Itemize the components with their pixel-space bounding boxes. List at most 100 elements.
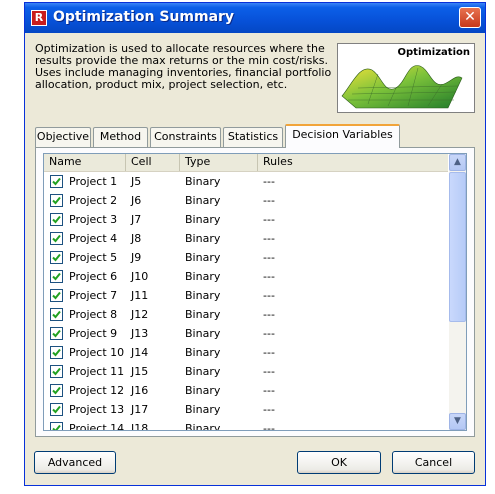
variable-type: Binary (185, 365, 221, 378)
title-bar[interactable]: R Optimization Summary ✕ (25, 3, 485, 33)
tab-statistics[interactable]: Statistics (223, 127, 283, 147)
table-row[interactable]: Project 11 J15 Binary --- (44, 362, 448, 381)
column-header-cell[interactable]: Cell (126, 154, 180, 171)
variable-rules: --- (263, 384, 275, 397)
column-header-rules[interactable]: Rules (258, 154, 448, 171)
enable-checkbox[interactable] (50, 403, 63, 416)
window-title: Optimization Summary (53, 9, 235, 25)
tab-decision-variables[interactable]: Decision Variables (285, 124, 400, 148)
description-text: Optimization is used to allocate resourc… (35, 42, 332, 91)
enable-checkbox[interactable] (50, 384, 63, 397)
close-button[interactable]: ✕ (459, 7, 481, 28)
variable-cell: J16 (131, 384, 149, 397)
decision-variables-panel: Name Cell Type Rules Project 1 J5 Binary --… (35, 147, 475, 437)
table-header: Name Cell Type Rules (44, 154, 448, 172)
variable-type: Binary (185, 422, 221, 431)
table-row[interactable]: Project 5 J9 Binary --- (44, 248, 448, 267)
table-row[interactable]: Project 7 J11 Binary --- (44, 286, 448, 305)
checkmark-icon (52, 196, 61, 205)
table-row[interactable]: Project 1 J5 Binary --- (44, 172, 448, 191)
variable-rules: --- (263, 422, 275, 431)
checkmark-icon (52, 310, 61, 319)
table-body: Project 1 J5 Binary --- Project 2 J6 Binary ---… (44, 172, 448, 431)
scroll-down-button[interactable]: ▼ (449, 413, 466, 430)
variable-cell: J7 (131, 213, 142, 226)
variable-rules: --- (263, 194, 275, 207)
variable-type: Binary (185, 308, 221, 321)
ok-button[interactable]: OK (297, 451, 381, 474)
checkmark-icon (52, 386, 61, 395)
optimization-logo: Optimization (337, 43, 475, 113)
cancel-button[interactable]: Cancel (392, 451, 475, 474)
table-row[interactable]: Project 4 J8 Binary --- (44, 229, 448, 248)
table-row[interactable]: Project 13 J17 Binary --- (44, 400, 448, 419)
checkmark-icon (52, 405, 61, 414)
variable-name: Project 12 (69, 384, 125, 397)
variable-cell: J6 (131, 194, 142, 207)
column-header-type[interactable]: Type (180, 154, 258, 171)
variable-type: Binary (185, 346, 221, 359)
table-row[interactable]: Project 14 J18 Binary --- (44, 419, 448, 431)
column-header-name[interactable]: Name (44, 154, 126, 171)
checkmark-icon (52, 272, 61, 281)
variable-rules: --- (263, 251, 275, 264)
variable-rules: --- (263, 346, 275, 359)
enable-checkbox[interactable] (50, 194, 63, 207)
variable-rules: --- (263, 365, 275, 378)
checkmark-icon (52, 424, 61, 430)
enable-checkbox[interactable] (50, 270, 63, 283)
variable-type: Binary (185, 384, 221, 397)
table-row[interactable]: Project 2 J6 Binary --- (44, 191, 448, 210)
variable-rules: --- (263, 308, 275, 321)
table-row[interactable]: Project 8 J12 Binary --- (44, 305, 448, 324)
enable-checkbox[interactable] (50, 308, 63, 321)
variable-cell: J5 (131, 175, 142, 188)
enable-checkbox[interactable] (50, 422, 63, 430)
enable-checkbox[interactable] (50, 365, 63, 378)
variable-name: Project 8 (69, 308, 118, 321)
variable-cell: J17 (131, 403, 149, 416)
variable-cell: J18 (131, 422, 149, 431)
checkmark-icon (52, 177, 61, 186)
variable-type: Binary (185, 289, 221, 302)
checkmark-icon (52, 234, 61, 243)
variable-type: Binary (185, 270, 221, 283)
table-row[interactable]: Project 3 J7 Binary --- (44, 210, 448, 229)
variable-name: Project 1 (69, 175, 118, 188)
variable-cell: J15 (131, 365, 149, 378)
enable-checkbox[interactable] (50, 213, 63, 226)
variable-rules: --- (263, 270, 275, 283)
variable-cell: J11 (131, 289, 149, 302)
optimization-summary-dialog: R Optimization Summary ✕ Optimization is… (24, 2, 486, 486)
scroll-up-button[interactable]: ▲ (449, 154, 466, 171)
variable-rules: --- (263, 175, 275, 188)
advanced-button[interactable]: Advanced (34, 451, 116, 474)
variable-type: Binary (185, 251, 221, 264)
enable-checkbox[interactable] (50, 289, 63, 302)
variable-type: Binary (185, 213, 221, 226)
table-row[interactable]: Project 6 J10 Binary --- (44, 267, 448, 286)
variable-cell: J9 (131, 251, 142, 264)
checkmark-icon (52, 367, 61, 376)
variable-rules: --- (263, 232, 275, 245)
table-row[interactable]: Project 12 J16 Binary --- (44, 381, 448, 400)
table-row[interactable]: Project 9 J13 Binary --- (44, 324, 448, 343)
enable-checkbox[interactable] (50, 232, 63, 245)
enable-checkbox[interactable] (50, 251, 63, 264)
table-row[interactable]: Project 10 J14 Binary --- (44, 343, 448, 362)
checkmark-icon (52, 253, 61, 262)
variable-cell: J14 (131, 346, 149, 359)
vertical-scrollbar[interactable]: ▲ ▼ (449, 154, 466, 430)
tab-method[interactable]: Method (93, 127, 148, 147)
variable-rules: --- (263, 289, 275, 302)
tab-objective[interactable]: Objective (35, 127, 91, 147)
enable-checkbox[interactable] (50, 346, 63, 359)
enable-checkbox[interactable] (50, 175, 63, 188)
enable-checkbox[interactable] (50, 327, 63, 340)
variable-type: Binary (185, 232, 221, 245)
tab-constraints[interactable]: Constraints (150, 127, 221, 147)
variable-name: Project 13 (69, 403, 125, 416)
variable-cell: J12 (131, 308, 149, 321)
variable-name: Project 10 (69, 346, 125, 359)
scroll-thumb[interactable] (449, 172, 466, 322)
